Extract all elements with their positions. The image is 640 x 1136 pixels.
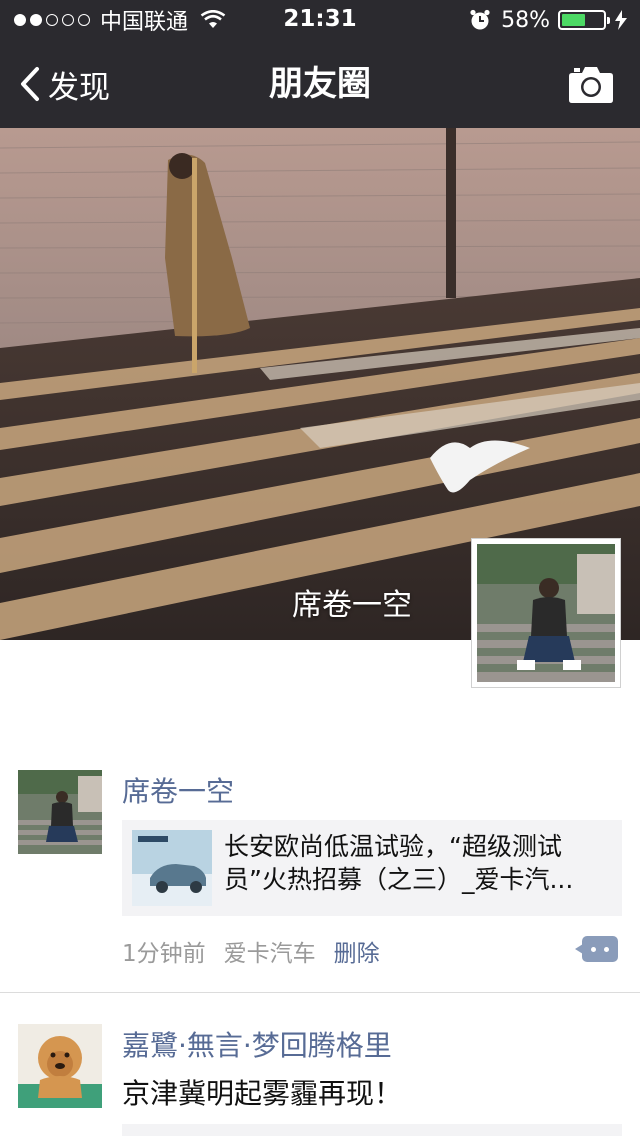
post-avatar-image — [18, 770, 102, 854]
post-text: 京津冀明起雾霾再现！ — [122, 1077, 403, 1110]
post-avatar[interactable] — [18, 770, 102, 854]
link-thumbnail-image — [132, 830, 212, 906]
post-meta: 1分钟前 爱卡汽车 删除 — [122, 934, 380, 968]
shared-link-card[interactable]: 长安欧尚低温试验，“超级测试员”火热招募（之三）_爱卡汽... — [122, 820, 622, 916]
profile-avatar-image — [477, 544, 615, 682]
alarm-icon — [470, 9, 490, 30]
battery-percent: 58% — [501, 7, 550, 33]
top-bar: 中国联通 21:31 58% 发现 朋友圈 — [0, 0, 640, 128]
comment-button[interactable] — [575, 936, 618, 962]
profile-avatar[interactable] — [471, 538, 621, 688]
page-title: 朋友圈 — [269, 64, 371, 104]
cover-user-name: 席卷一空 — [292, 588, 412, 623]
shared-link-card[interactable] — [122, 1124, 622, 1136]
charging-icon — [615, 10, 627, 30]
delete-button[interactable]: 删除 — [334, 934, 380, 968]
post-avatar-image — [18, 1024, 102, 1108]
post-avatar[interactable] — [18, 1024, 102, 1108]
post-user-name[interactable]: 席卷一空 — [122, 770, 234, 810]
camera-icon[interactable] — [568, 64, 614, 104]
link-thumbnail — [132, 830, 212, 906]
status-bar: 中国联通 21:31 58% — [0, 0, 640, 40]
comment-icon — [591, 947, 596, 952]
post-source: 爱卡汽车 — [223, 941, 316, 967]
battery-fill — [562, 14, 586, 26]
nav-bar: 发现 朋友圈 — [0, 40, 640, 128]
battery-icon — [558, 10, 610, 30]
link-title: 长安欧尚低温试验，“超级测试员”火热招募（之三）_爱卡汽... — [224, 832, 574, 894]
post-time: 1分钟前 — [122, 941, 206, 967]
post-divider — [0, 992, 640, 993]
post-user-name[interactable]: 嘉鷺·無言·梦回腾格里 — [122, 1024, 392, 1064]
